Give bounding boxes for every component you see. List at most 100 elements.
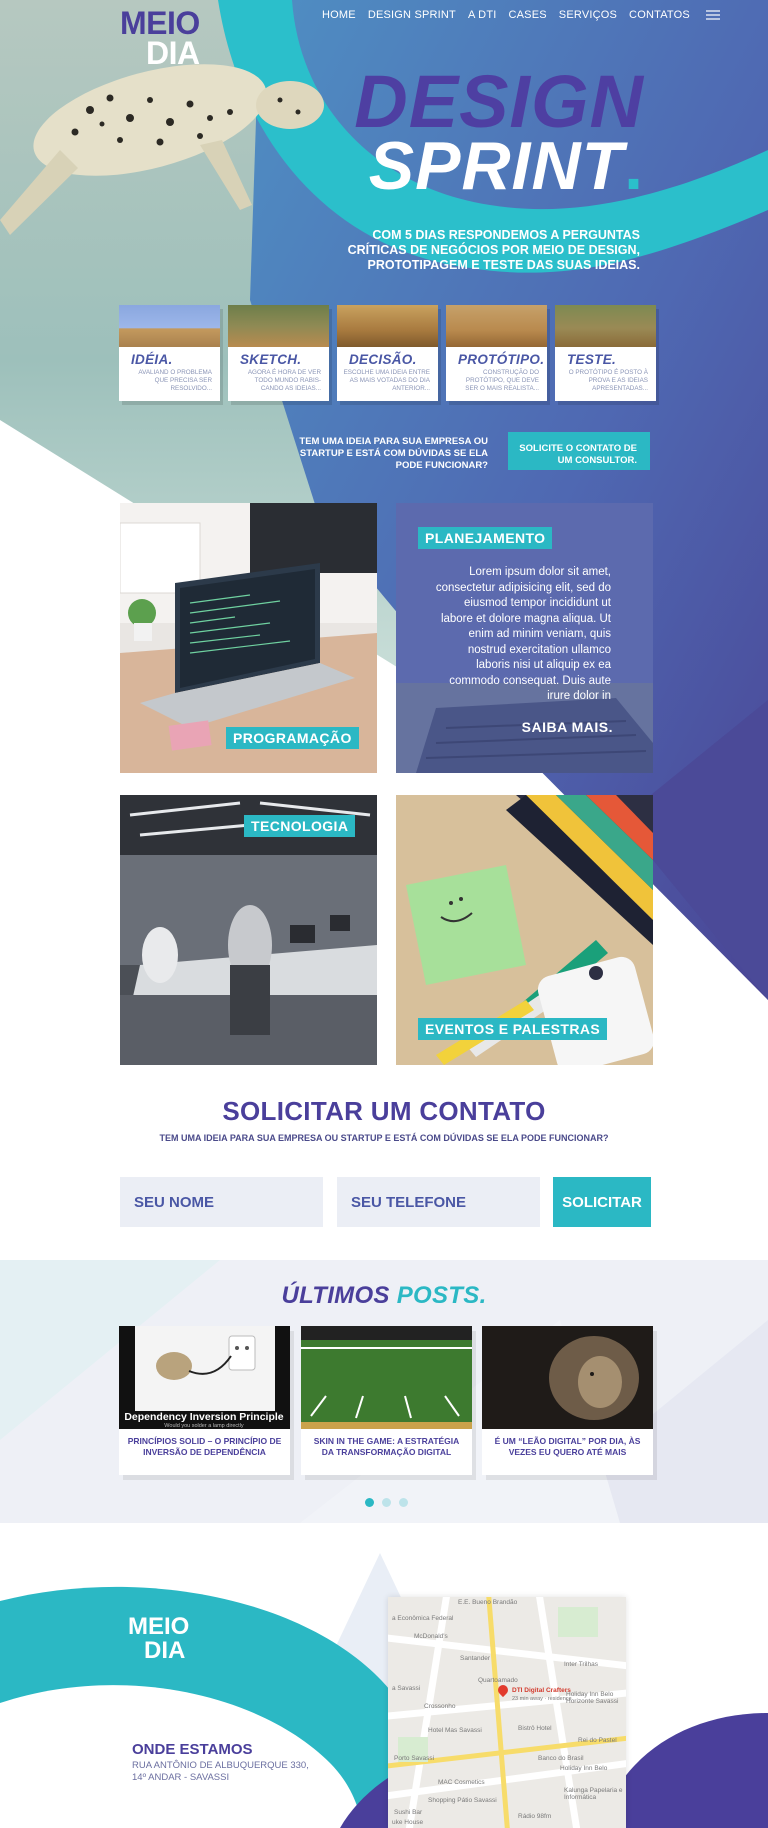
map-label: Sushi Bar — [394, 1809, 423, 1816]
step-image-lion-walk — [555, 305, 656, 347]
map-label: Quartoamado — [478, 1677, 518, 1684]
logo-line2: DIA — [146, 35, 200, 71]
step-desc: ESCOLHE UMA IDEIA ENTRE AS MAIS VOTADAS … — [343, 369, 430, 392]
hero-title-sprint: SPRINT. — [369, 130, 644, 202]
card-label-eventos: EVENTOS E PALESTRAS — [418, 1018, 608, 1040]
footer-logo-line2: DIA — [144, 1637, 186, 1664]
carousel-dot[interactable] — [399, 1498, 408, 1507]
map-label: Shopping Pátio Savassi — [428, 1797, 497, 1804]
map-label: Banco do Brasil — [538, 1755, 584, 1762]
address: RUA ANTÔNIO DE ALBUQUERQUE 330, 14º ANDA… — [132, 1760, 309, 1784]
post-card[interactable]: É UM “LEÃO DIGITAL” POR DIA, ÀS VEZES EU… — [482, 1326, 653, 1475]
card-tecnologia[interactable]: TECNOLOGIA — [120, 795, 377, 1065]
card-planejamento[interactable]: PLANEJAMENTO Lorem ipsum dolor sit amet,… — [396, 503, 653, 773]
map-label: 23 min away · residence — [512, 1696, 572, 1702]
map-label: Holiday Inn Belo Horizonte Savassi — [566, 1691, 619, 1705]
map-label: E.E. Bueno Brandão — [458, 1599, 518, 1606]
map-label: MAC Cosmetics — [438, 1779, 485, 1786]
carousel-dot[interactable] — [382, 1498, 391, 1507]
post-caption: Dependency Inversion Principle — [124, 1411, 283, 1423]
hamburger-icon[interactable] — [705, 10, 720, 20]
step-title: IDÉIA. — [131, 352, 173, 367]
card-eventos[interactable]: EVENTOS E PALESTRAS — [396, 795, 653, 1065]
step-desc: CONSTRUÇÃO DO PROTÓTIPO, QUE DEVE SER O … — [465, 369, 539, 392]
map-label: Holiday Inn Belo — [560, 1765, 608, 1772]
map-label: Inter Trilhas — [564, 1661, 598, 1668]
map-label: Rei do Pastel — [578, 1737, 617, 1744]
address-line2: 14º ANDAR - SAVASSI — [132, 1772, 230, 1783]
logo[interactable]: MEIO DIA — [120, 7, 200, 71]
footer-logo[interactable]: MEIO DIA — [128, 1615, 189, 1663]
phone-input[interactable] — [337, 1177, 540, 1227]
post-title: SKIN IN THE GAME: A ESTRATÉGIA DA TRANSF… — [313, 1436, 460, 1457]
step-title: TESTE. — [567, 352, 617, 367]
contact-title: SOLICITAR UM CONTATO — [222, 1096, 546, 1126]
post-image-dependency: Dependency Inversion Principle Would you… — [119, 1326, 290, 1429]
step-card[interactable]: SKETCH. AGORA É HORA DE VER TODO MUNDO R… — [228, 305, 329, 401]
card-label-planejamento: PLANEJAMENTO — [418, 527, 553, 549]
hero-desc-bold: 5 DIAS — [405, 228, 446, 242]
posts-section: ÚLTIMOS POSTS. Dependency Inversion Prin… — [0, 1260, 768, 1523]
footer-background — [0, 1523, 768, 1828]
cta-text: TEM UMA IDEIA PARA SUA EMPRESA OU STARTU… — [299, 436, 488, 471]
hero-desc-pre: COM — [372, 228, 405, 242]
nav-servicos[interactable]: SERVIÇOS — [559, 9, 617, 21]
footer-section: MEIO DIA ONDE ESTAMOS RUA ANTÔNIO DE ALB… — [0, 1523, 768, 1828]
carousel-dots — [365, 1498, 408, 1507]
map-label: a Econômica Federal — [392, 1615, 454, 1622]
step-desc: AGORA É HORA DE VER TODO MUNDO RABIS-CAN… — [247, 369, 321, 392]
post-card[interactable]: Dependency Inversion Principle Would you… — [119, 1326, 290, 1475]
map-label: uke House — [392, 1819, 424, 1826]
step-title: PROTÓTIPO. — [458, 352, 545, 367]
step-card[interactable]: PROTÓTIPO. CONSTRUÇÃO DO PROTÓTIPO, QUE … — [446, 305, 547, 401]
card-label-programacao: PROGRAMAÇÃO — [226, 727, 359, 749]
step-desc: O PROTÓTIPO É POSTO À PROVA E AS IDEIAS … — [568, 369, 648, 392]
hero-section: MEIO DIA HOME DESIGN SPRINT A DTI CASES … — [0, 0, 768, 1260]
address-line1: RUA ANTÔNIO DE ALBUQUERQUE 330, — [132, 1760, 309, 1771]
carousel-dot[interactable] — [365, 1498, 374, 1507]
nav-cases[interactable]: CASES — [509, 9, 547, 21]
name-input[interactable] — [120, 1177, 323, 1227]
consultant-contact-button[interactable]: SOLICITE O CONTATO DE UM CONSULTOR. — [508, 432, 650, 470]
map-label: Kalunga Papelaria e Informática — [564, 1787, 623, 1801]
onde-estamos-heading: ONDE ESTAMOS — [132, 1741, 253, 1758]
nav-design-sprint[interactable]: DESIGN SPRINT — [368, 9, 456, 21]
saiba-mais-link[interactable]: SAIBA MAIS. — [522, 719, 613, 735]
hero-title-dot: . — [624, 128, 644, 204]
main-nav: HOME DESIGN SPRINT A DTI CASES SERVIÇOS … — [322, 9, 720, 21]
post-title: PRINCÍPIOS SOLID – O PRINCÍPIO DE INVERS… — [127, 1436, 282, 1457]
hero-description: COM 5 DIAS RESPONDEMOS A PERGUNTAS CRÍTI… — [340, 228, 640, 273]
step-card[interactable]: IDÉIA. AVALIAND O PROBLEMA QUE PRECISA S… — [119, 305, 220, 401]
step-title: SKETCH. — [240, 352, 302, 367]
nav-home[interactable]: HOME — [322, 9, 356, 21]
solicitar-button[interactable]: SOLICITAR — [553, 1177, 651, 1227]
nav-a-dti[interactable]: A DTI — [468, 9, 497, 21]
card-programacao[interactable]: PROGRAMAÇÃO — [120, 503, 377, 773]
step-card[interactable]: DECISÃO. ESCOLHE UMA IDEIA ENTRE AS MAIS… — [337, 305, 438, 401]
step-image-lion — [337, 305, 438, 347]
post-card[interactable]: SKIN IN THE GAME: A ESTRATÉGIA DA TRANSF… — [301, 1326, 472, 1475]
map-label: Hotel Mas Savassi — [428, 1727, 482, 1734]
nav-contatos[interactable]: CONTATOS — [629, 9, 690, 21]
map-label: a Savassi — [392, 1685, 421, 1692]
map-label: Crossonho — [424, 1703, 456, 1710]
step-card[interactable]: TESTE. O PROTÓTIPO É POSTO À PROVA E AS … — [555, 305, 656, 401]
post-title: É UM “LEÃO DIGITAL” POR DIA, ÀS VEZES EU… — [494, 1436, 641, 1457]
step-image-lions — [228, 305, 329, 347]
map-label: McDonald's — [414, 1633, 448, 1640]
posts-title: ÚLTIMOS POSTS. — [0, 1282, 768, 1310]
step-image-lioness — [446, 305, 547, 347]
contact-subtitle: TEM UMA IDEIA PARA SUA EMPRESA OU STARTU… — [159, 1133, 609, 1143]
post-caption-sub: Would you solder a lamp directly — [164, 1423, 244, 1429]
posts-title-a: ÚLTIMOS — [281, 1282, 390, 1309]
sprint-steps: IDÉIA. AVALIAND O PROBLEMA QUE PRECISA S… — [119, 305, 656, 401]
map-label: Rádio 98fm — [518, 1813, 552, 1820]
footer-logo-line1: MEIO — [128, 1613, 190, 1640]
map-label: Porto Savassi — [394, 1755, 435, 1762]
hero-title-sprint-text: SPRINT — [368, 128, 625, 204]
map-label: Bistrô Hotel — [518, 1725, 552, 1732]
map-label: Santander — [460, 1655, 490, 1662]
step-image-cougar — [119, 305, 220, 347]
map-label-dti: DTI Digital Crafters — [512, 1687, 571, 1694]
location-map[interactable]: E.E. Bueno Brandão a Econômica Federal M… — [388, 1597, 626, 1828]
